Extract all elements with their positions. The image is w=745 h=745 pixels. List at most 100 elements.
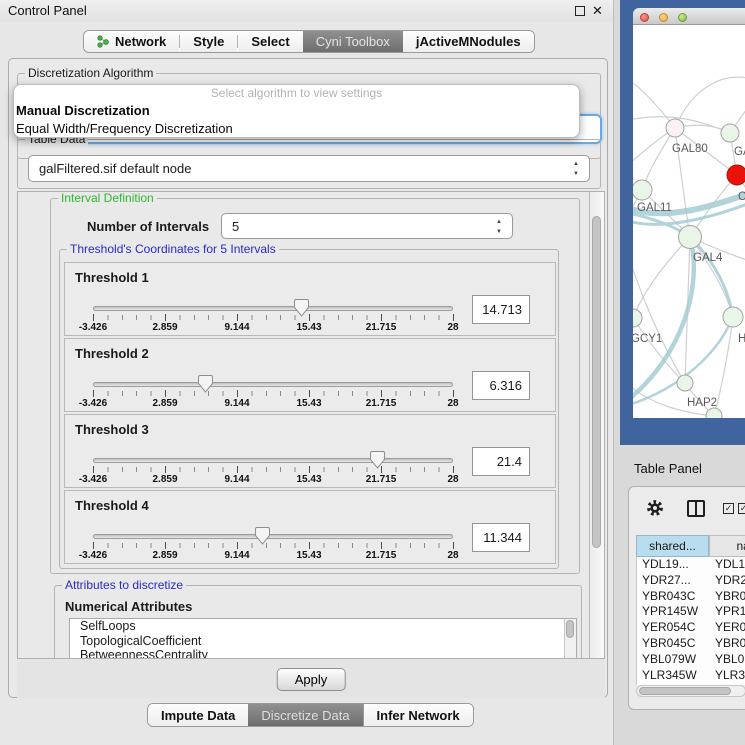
threshold-value-field[interactable]: 21.4 <box>472 447 530 476</box>
tick-label: 21.715 <box>366 398 397 409</box>
table-cell[interactable]: YBL079W <box>637 652 710 668</box>
node-hap2[interactable] <box>677 375 693 391</box>
node-gcy1[interactable] <box>633 309 642 327</box>
slider-track[interactable] <box>93 458 453 463</box>
tab-cyni-toolbox-label: Cyni Toolbox <box>316 34 390 49</box>
table-cell[interactable]: YPR145W <box>710 604 745 620</box>
float-window-icon[interactable] <box>575 6 585 16</box>
checked-box-icon[interactable]: ✓ <box>738 503 745 514</box>
column-header-shared-name[interactable]: shared... <box>636 535 709 557</box>
table-data-combobox[interactable]: galFiltered.sif default node ▲▼ <box>28 155 590 182</box>
network-canvas[interactable]: GAL80 GA C GAL11 GAL4 GCY1 H HAP2 <box>633 25 745 418</box>
algorithm-option-manual[interactable]: Manual Discretization <box>14 102 579 120</box>
threshold-slider[interactable]: -3.4262.8599.14415.4321.71528 <box>93 527 453 563</box>
apply-button[interactable]: Apply <box>277 668 346 691</box>
interval-definition-group: Interval Definition Number of Intervals … <box>50 198 580 574</box>
threshold-slider[interactable]: -3.4262.8599.14415.4321.71528 <box>93 375 453 411</box>
table-row[interactable]: YBR045CYBR045C <box>637 636 745 652</box>
table-cell[interactable]: YLR345W <box>710 668 745 684</box>
table-row[interactable]: YLR345WYLR345W <box>637 668 745 684</box>
network-view-window: GAL80 GA C GAL11 GAL4 GCY1 H HAP2 <box>620 0 745 445</box>
cyni-toolbox-panel: Discretization Algorithm Table Data galF… <box>8 58 608 698</box>
slider-track[interactable] <box>93 382 453 387</box>
table-panel: ✓ ✓ shared... name YDL19...YDL19...YDR27… <box>628 486 745 710</box>
node-red-selected[interactable] <box>727 165 745 185</box>
attribute-item[interactable]: TopologicalCoefficient <box>70 634 576 649</box>
node-label-gal4: GAL4 <box>693 252 723 264</box>
threshold-value-field[interactable]: 14.713 <box>472 295 530 324</box>
table-cell[interactable]: YDR27... <box>637 573 710 589</box>
tab-jactivemnodules[interactable]: jActiveMNodules <box>403 31 534 52</box>
threshold-slider[interactable]: -3.4262.8599.14415.4321.71528 <box>93 451 453 487</box>
tick-label: 2.859 <box>152 322 177 333</box>
table-hscrollbar[interactable] <box>636 685 745 697</box>
number-of-intervals-label: Number of Intervals <box>87 219 209 234</box>
table-row[interactable]: YDR27...YDR27... <box>637 573 745 589</box>
table-cell[interactable]: YDR27... <box>710 573 745 589</box>
panel-scrollbar[interactable] <box>589 192 604 658</box>
gear-icon[interactable] <box>645 498 665 518</box>
table-cell[interactable]: YER054C <box>637 620 710 636</box>
split-panel-icon[interactable] <box>687 500 705 517</box>
major-tick <box>309 542 310 549</box>
table-cell[interactable]: YBR045C <box>710 636 745 652</box>
column-header-name[interactable]: name <box>709 535 745 557</box>
scrollbar-thumb[interactable] <box>566 620 574 638</box>
threshold-slider[interactable]: -3.4262.8599.14415.4321.71528 <box>93 299 453 335</box>
attributes-group: Attributes to discretize Numerical Attri… <box>54 585 582 659</box>
checked-box-icon[interactable]: ✓ <box>723 503 734 514</box>
threshold-label: Threshold 1 <box>75 270 149 285</box>
tab-style[interactable]: Style <box>180 31 237 52</box>
zoom-traffic-light-icon[interactable] <box>678 13 687 22</box>
table-cell[interactable]: YBR045C <box>637 636 710 652</box>
table-cell[interactable]: YPR145W <box>637 604 710 620</box>
attribute-item[interactable]: BetweennessCentrality <box>70 648 576 659</box>
slider-thumb[interactable] <box>255 527 270 545</box>
tab-infer-network[interactable]: Infer Network <box>364 704 473 726</box>
tab-network[interactable]: Network <box>84 31 179 52</box>
tick-label: 15.43 <box>296 474 321 485</box>
node-label-c: C <box>738 191 745 203</box>
attributes-scrollbar[interactable] <box>564 619 576 659</box>
attribute-item[interactable]: SelfLoops <box>70 619 576 634</box>
node-h[interactable] <box>723 307 743 327</box>
node-gal80[interactable] <box>666 119 684 137</box>
close-icon[interactable]: ✕ <box>592 3 603 19</box>
table-row[interactable]: YPR145WYPR145W <box>637 604 745 620</box>
table-row[interactable]: YBR043CYBR043C <box>637 589 745 605</box>
table-cell[interactable]: YDL19... <box>710 557 745 573</box>
scrollbar-thumb[interactable] <box>592 216 601 548</box>
slider-thumb[interactable] <box>294 299 309 317</box>
threshold-value-field[interactable]: 6.316 <box>472 371 530 400</box>
slider-thumb[interactable] <box>198 375 213 393</box>
node-label-hap2: HAP2 <box>687 397 717 409</box>
table-row[interactable]: YDL19...YDL19... <box>637 557 745 573</box>
table-cell[interactable]: YBR043C <box>637 589 710 605</box>
node-label-h: H <box>738 333 745 345</box>
table-row[interactable]: YER054CYER054C <box>637 620 745 636</box>
algorithm-option-equal-width[interactable]: Equal Width/Frequency Discretization <box>14 120 579 138</box>
tab-discretize-data[interactable]: Discretize Data <box>248 704 362 726</box>
table-cell[interactable]: YDL19... <box>637 557 710 573</box>
number-of-intervals-spinner[interactable]: 5 ▲▼ <box>221 213 513 239</box>
table-cell[interactable]: YLR345W <box>637 668 710 684</box>
tab-impute-data[interactable]: Impute Data <box>148 704 248 726</box>
node-ga[interactable] <box>721 124 739 142</box>
table-row[interactable]: YBL079WYBL079W <box>637 652 745 668</box>
node-gal11[interactable] <box>633 180 652 200</box>
numerical-attributes-list[interactable]: SelfLoopsTopologicalCoefficientBetweenne… <box>69 618 577 659</box>
table-cell[interactable]: YBL079W <box>710 652 745 668</box>
slider-thumb[interactable] <box>370 451 385 469</box>
minimize-traffic-light-icon[interactable] <box>659 13 668 22</box>
node-gal4[interactable] <box>679 226 702 249</box>
threshold-value-field[interactable]: 11.344 <box>472 523 530 552</box>
slider-track[interactable] <box>93 534 453 539</box>
table-cell[interactable]: YER054C <box>710 620 745 636</box>
control-panel-window: Control Panel ✕ Network Style Select Cyn… <box>0 0 614 745</box>
close-traffic-light-icon[interactable] <box>640 13 649 22</box>
scrollbar-thumb[interactable] <box>639 687 731 695</box>
slider-track[interactable] <box>93 306 453 311</box>
tab-cyni-toolbox[interactable]: Cyni Toolbox <box>303 31 403 52</box>
table-cell[interactable]: YBR043C <box>710 589 745 605</box>
tab-select[interactable]: Select <box>238 31 302 52</box>
